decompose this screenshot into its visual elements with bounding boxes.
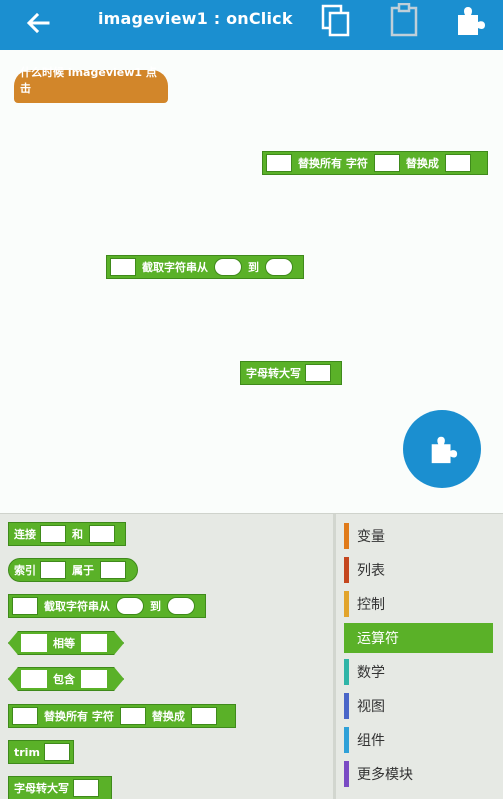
- category-math[interactable]: 数学: [344, 657, 493, 687]
- category-color-bar: [344, 557, 349, 583]
- block-label: 连接: [14, 528, 36, 541]
- input-slot[interactable]: [12, 597, 38, 615]
- input-slot[interactable]: [373, 154, 400, 172]
- category-label: 运算符: [357, 631, 399, 647]
- category-color-bar: [344, 625, 349, 651]
- palette-substring-block[interactable]: 截取字符串从 到: [8, 594, 206, 618]
- back-arrow-icon[interactable]: [22, 6, 56, 40]
- block-palette-drawer: 连接 和 索引 属于 截取字符串从 到 相等 包含 替换所有 字符 替换成 tr…: [0, 513, 503, 799]
- category-variables[interactable]: 变量: [344, 521, 493, 551]
- uppercase-block[interactable]: 字母转大写: [240, 361, 342, 385]
- category-color-bar: [344, 761, 349, 787]
- input-slot[interactable]: [12, 707, 38, 725]
- puzzle-piece-icon: [431, 436, 458, 464]
- category-color-bar: [344, 727, 349, 753]
- category-color-bar: [344, 659, 349, 685]
- copy-icon[interactable]: [320, 3, 352, 37]
- block-label: 替换成: [405, 157, 439, 170]
- top-app-bar: imageview1 : onClick: [0, 0, 503, 50]
- block-label: 替换所有 字符: [298, 157, 368, 170]
- category-label: 组件: [357, 733, 385, 749]
- block-label: 字母转大写: [246, 367, 301, 380]
- category-color-bar: [344, 591, 349, 617]
- substring-block[interactable]: 截取字符串从 到: [106, 255, 304, 279]
- event-block-label: 什么时候 imageview1 点击: [20, 66, 157, 95]
- category-list: 变量 列表 控制 运算符 数学 视图 组件 更多模块: [336, 514, 503, 799]
- block-label: 索引: [14, 564, 36, 577]
- input-slot[interactable]: [81, 634, 107, 652]
- input-slot[interactable]: [190, 707, 217, 725]
- block-canvas[interactable]: 什么时候 imageview1 点击 替换所有 字符 替换成 截取字符串从 到 …: [0, 50, 503, 513]
- category-color-bar: [344, 523, 349, 549]
- block-label: 包含: [53, 673, 75, 686]
- input-slot[interactable]: [110, 258, 136, 276]
- number-slot[interactable]: [265, 258, 293, 276]
- event-block-imageview1-onclick[interactable]: 什么时候 imageview1 点击: [14, 66, 168, 103]
- input-slot[interactable]: [100, 561, 126, 579]
- input-slot[interactable]: [73, 779, 99, 797]
- number-slot[interactable]: [116, 597, 144, 615]
- input-slot[interactable]: [43, 743, 70, 761]
- category-lists[interactable]: 列表: [344, 555, 493, 585]
- category-color-bar: [344, 693, 349, 719]
- category-operators[interactable]: 运算符: [344, 623, 493, 653]
- puzzle-piece-icon[interactable]: [454, 3, 486, 37]
- clipboard-icon[interactable]: [388, 3, 420, 37]
- input-slot[interactable]: [21, 634, 47, 652]
- block-label: 替换成: [151, 710, 185, 723]
- palette-trim-block[interactable]: trim: [8, 740, 74, 764]
- add-block-fab[interactable]: [403, 410, 481, 488]
- category-label: 控制: [357, 597, 385, 613]
- category-control[interactable]: 控制: [344, 589, 493, 619]
- block-label: 截取字符串从: [142, 261, 208, 274]
- number-slot[interactable]: [214, 258, 242, 276]
- input-slot[interactable]: [444, 154, 471, 172]
- block-label: 和: [72, 528, 83, 541]
- category-views[interactable]: 视图: [344, 691, 493, 721]
- category-label: 更多模块: [357, 767, 413, 783]
- block-label: 字母转大写: [14, 782, 69, 795]
- input-slot[interactable]: [89, 525, 115, 543]
- input-slot[interactable]: [40, 561, 66, 579]
- block-label: 到: [248, 261, 259, 274]
- block-label: 属于: [72, 564, 94, 577]
- input-slot[interactable]: [40, 525, 66, 543]
- block-label: 到: [150, 600, 161, 613]
- category-more-blocks[interactable]: 更多模块: [344, 759, 493, 789]
- category-label: 列表: [357, 563, 385, 579]
- category-label: 视图: [357, 699, 385, 715]
- palette-join-block[interactable]: 连接 和: [8, 522, 126, 546]
- palette-equals-block[interactable]: 相等: [8, 631, 124, 655]
- input-slot[interactable]: [305, 364, 331, 382]
- input-slot[interactable]: [119, 707, 146, 725]
- block-label: 相等: [53, 637, 75, 650]
- palette-uppercase-block[interactable]: 字母转大写: [8, 776, 112, 799]
- input-slot[interactable]: [266, 154, 292, 172]
- category-components[interactable]: 组件: [344, 725, 493, 755]
- number-slot[interactable]: [167, 597, 195, 615]
- input-slot[interactable]: [81, 670, 107, 688]
- palette-index-block[interactable]: 索引 属于: [8, 558, 138, 582]
- input-slot[interactable]: [21, 670, 47, 688]
- block-label: 替换所有 字符: [44, 710, 114, 723]
- category-label: 数学: [357, 665, 385, 681]
- page-title: imageview1 : onClick: [98, 9, 293, 28]
- block-label: trim: [14, 745, 40, 759]
- replace-all-block[interactable]: 替换所有 字符 替换成: [262, 151, 488, 175]
- block-label: 截取字符串从: [44, 600, 110, 613]
- palette-replace-all-block[interactable]: 替换所有 字符 替换成: [8, 704, 236, 728]
- palette-contains-block[interactable]: 包含: [8, 667, 124, 691]
- category-label: 变量: [357, 529, 385, 545]
